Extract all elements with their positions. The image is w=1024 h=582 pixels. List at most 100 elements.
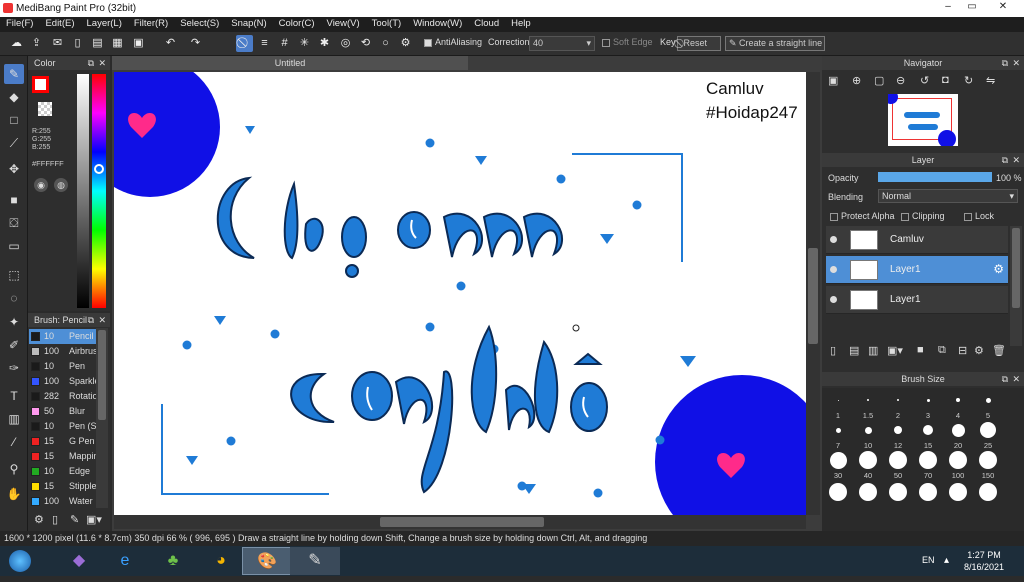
grid-icon[interactable]: ▦ xyxy=(109,35,126,52)
magic-wand-icon[interactable]: ✦ xyxy=(4,312,24,332)
lasso-tool-icon[interactable]: ◌ xyxy=(4,288,24,308)
undo-icon[interactable]: ↶ xyxy=(162,35,179,52)
layer-row[interactable]: Layer1 xyxy=(826,286,1008,314)
detach-icon[interactable]: ⧉ xyxy=(1002,153,1008,167)
brush-size-dot[interactable] xyxy=(979,483,997,501)
curve-snap-icon[interactable]: ⟲ xyxy=(357,35,374,52)
export-icon[interactable]: ▣ xyxy=(130,35,147,52)
new-brush-icon[interactable]: ▯ xyxy=(52,513,58,526)
brush-list-item[interactable]: 100 Sparkle xyxy=(29,374,96,389)
radial-snap-icon[interactable]: ✱ xyxy=(316,35,333,52)
new-8bit-layer-icon[interactable]: ▥ xyxy=(868,344,878,357)
brush-list-item[interactable]: 15 G Pen xyxy=(29,434,96,449)
menu-layer[interactable]: Layer(L) xyxy=(81,17,128,32)
medibang-taskbar-icon[interactable]: 🎨 xyxy=(242,547,292,575)
scrollbar-thumb[interactable] xyxy=(808,248,818,344)
brush-size-dot[interactable] xyxy=(859,451,877,469)
close-icon[interactable]: ✕ xyxy=(98,313,106,327)
zoom-in-icon[interactable]: ⊕ xyxy=(852,74,861,87)
layer-menu-icon[interactable]: ▣▾ xyxy=(887,344,903,357)
brush-size-dot[interactable] xyxy=(949,451,967,469)
fill-rect-tool-icon[interactable]: ■ xyxy=(4,190,24,210)
rectangle-tool-icon[interactable]: □ xyxy=(4,110,24,130)
brush-size-dot[interactable] xyxy=(867,399,869,401)
scrollbar-thumb[interactable] xyxy=(380,517,544,527)
minimize-button[interactable]: – xyxy=(937,0,959,14)
layer-row[interactable]: Camluv xyxy=(826,226,1008,254)
brush-list-item[interactable]: 10 Pen (S xyxy=(29,419,96,434)
vanish-snap-icon[interactable]: ✳ xyxy=(296,35,313,52)
select-eraser-icon[interactable]: ✑ xyxy=(4,358,24,378)
blending-select[interactable]: Normal ▾ xyxy=(878,189,1018,203)
straight-line-button[interactable]: ✎ Create a straight line xyxy=(725,36,825,51)
close-icon[interactable]: ✕ xyxy=(1012,153,1020,167)
fit-window-icon[interactable]: ▢ xyxy=(874,74,884,87)
close-icon[interactable]: ✕ xyxy=(1012,56,1020,70)
gradient-tool-icon[interactable]: ▭ xyxy=(4,236,24,256)
internet-explorer-icon[interactable]: e xyxy=(100,547,150,575)
circle-snap-icon[interactable]: ◎ xyxy=(337,35,354,52)
brush-settings-icon[interactable]: ⚙ xyxy=(34,513,44,526)
antialiasing-checkbox[interactable]: AntiAliasing xyxy=(424,37,482,47)
visibility-icon[interactable] xyxy=(830,296,837,303)
reset-view-icon[interactable]: ◘ xyxy=(942,74,949,86)
select-pen-icon[interactable]: ✐ xyxy=(4,335,24,355)
brightness-slider[interactable] xyxy=(77,74,89,308)
brush-list-item[interactable]: 282 Rotation xyxy=(29,389,96,404)
brush-size-dot[interactable] xyxy=(835,427,841,433)
merge-layer-icon[interactable]: ⊟ xyxy=(958,344,967,357)
settings-snap-icon[interactable]: ⚙ xyxy=(397,35,414,52)
brush-size-dot[interactable] xyxy=(829,451,847,469)
new-file-icon[interactable]: ▯ xyxy=(69,35,86,52)
gear-icon[interactable]: ⚙ xyxy=(993,262,1004,276)
brush-list-item[interactable]: 10 Pencil xyxy=(29,329,96,344)
visual-studio-icon[interactable]: ◆ xyxy=(54,547,104,575)
hue-slider-handle[interactable] xyxy=(94,164,104,174)
cloud-icon[interactable]: ☁ xyxy=(8,35,25,52)
brush-list-item[interactable]: 15 Mapping xyxy=(29,449,96,464)
menu-color[interactable]: Color(C) xyxy=(273,17,321,32)
brush-list-item[interactable]: 50 Blur xyxy=(29,404,96,419)
brush-size-dot[interactable] xyxy=(979,451,997,469)
lock-checkbox[interactable]: Lock xyxy=(964,211,994,221)
detach-icon[interactable]: ⧉ xyxy=(1002,56,1008,70)
brush-list-item[interactable]: 100 Water xyxy=(29,494,96,509)
brush-size-dot[interactable] xyxy=(956,398,960,402)
zoom-tool-icon[interactable]: ⚲ xyxy=(4,459,24,479)
brush-size-dot[interactable] xyxy=(949,483,967,501)
layer-list-scrollbar[interactable] xyxy=(1010,226,1022,346)
detach-icon[interactable]: ⧉ xyxy=(88,313,94,327)
language-indicator[interactable]: EN xyxy=(922,555,935,565)
brush-tool-icon[interactable]: ✎ xyxy=(4,64,24,84)
menu-tool[interactable]: Tool(T) xyxy=(366,17,408,32)
delete-layer-icon[interactable]: 🗑 xyxy=(992,344,1006,357)
rotate-left-icon[interactable]: ↺ xyxy=(920,74,929,87)
snap-off-icon[interactable]: ⃠ xyxy=(236,35,253,52)
panel-tool-icon[interactable]: ▥ xyxy=(4,409,24,429)
navigator-preview[interactable] xyxy=(888,94,958,146)
upload-icon[interactable]: ⇪ xyxy=(28,35,45,52)
clock[interactable]: 1:27 PM 8/16/2021 xyxy=(956,549,1012,573)
text-tool-icon[interactable]: T xyxy=(4,386,24,406)
brush-size-dot[interactable] xyxy=(859,483,877,501)
move-tool-icon[interactable]: ✥ xyxy=(4,159,24,179)
ellipse-snap-icon[interactable]: ○ xyxy=(377,35,394,52)
brush-edit-icon[interactable]: ✎ xyxy=(70,513,79,526)
menu-filter[interactable]: Filter(R) xyxy=(128,17,174,32)
canvas-horizontal-scrollbar[interactable] xyxy=(114,515,806,529)
drawing-canvas[interactable]: Camluv #Hoidap247 xyxy=(114,72,806,515)
menu-snap[interactable]: Snap(N) xyxy=(225,17,272,32)
cross-snap-icon[interactable]: # xyxy=(276,35,293,52)
canvas-vertical-scrollbar[interactable] xyxy=(806,72,820,515)
new-halftone-layer-icon[interactable]: ▤ xyxy=(849,344,859,357)
brush-list-item[interactable]: 10 Edge xyxy=(29,464,96,479)
brush-list-item[interactable]: 15 Stipple xyxy=(29,479,96,494)
reset-button[interactable]: ⃠ Reset xyxy=(677,36,721,51)
flip-icon[interactable]: ⇋ xyxy=(986,74,995,87)
layer-row[interactable]: Layer1 ⚙ xyxy=(826,256,1008,284)
palette-add-icon[interactable]: ◍ xyxy=(54,178,68,192)
brush-menu-icon[interactable]: ▣▾ xyxy=(86,513,102,526)
comment-icon[interactable]: ✉ xyxy=(49,35,66,52)
brush-size-dot[interactable] xyxy=(889,483,907,501)
redo-icon[interactable]: ↷ xyxy=(187,35,204,52)
